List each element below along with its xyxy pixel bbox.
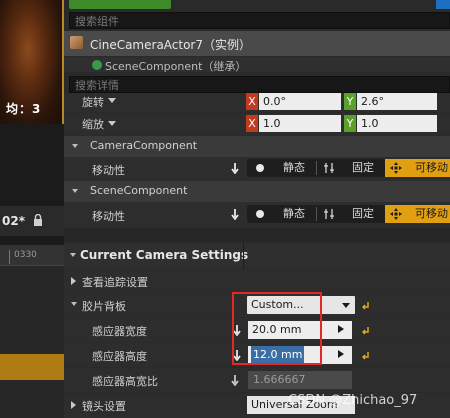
scale-x-axis: X <box>246 115 258 132</box>
actor-label: CineCameraActor7（实例） <box>90 38 252 52</box>
scene-stationary-option[interactable]: 固定 <box>352 205 374 223</box>
scale-label: 缩放 <box>82 118 104 131</box>
blueprint-button[interactable] <box>436 0 450 9</box>
timeline-track-section[interactable] <box>0 354 64 380</box>
scene-mobility-label: 移动性 <box>92 210 125 223</box>
sensor-height-label: 感应器高度 <box>92 350 147 363</box>
movable-icon <box>390 162 402 174</box>
highlight-box <box>232 292 322 365</box>
stationary-icon <box>324 209 334 219</box>
reset-arrow-icon[interactable] <box>360 300 370 310</box>
camera-stationary-option[interactable]: 固定 <box>352 159 374 177</box>
component-search-input[interactable]: 搜索组件 <box>69 12 450 29</box>
aspect-ratio-label: 感应器高宽比 <box>92 375 158 388</box>
stationary-icon <box>324 163 334 173</box>
lens-settings-label: 镜头设置 <box>82 400 126 413</box>
pointer-icon <box>231 163 239 174</box>
aspect-ratio-field: 1.666667 <box>248 371 352 389</box>
scale-y-axis: Y <box>344 115 356 132</box>
sensor-width-label: 感应器宽度 <box>92 325 147 338</box>
mobility-divider <box>316 161 317 175</box>
spacer <box>64 228 450 242</box>
scale-x-field[interactable]: 1.0 <box>259 115 341 132</box>
ruler-label: 0330 <box>14 250 37 260</box>
static-icon <box>256 164 264 172</box>
rotation-y-axis: Y <box>344 93 356 110</box>
camera-component-title: CameraComponent <box>90 139 198 152</box>
scene-movable-label: 可移动 <box>415 207 448 220</box>
mobility-divider <box>316 207 317 221</box>
actor-icon <box>70 36 83 49</box>
lookat-tracking-label: 查看追踪设置 <box>82 276 148 289</box>
scene-component-title: SceneComponent <box>90 184 188 197</box>
expand-arrow-icon[interactable] <box>72 144 78 148</box>
spin-icon[interactable] <box>338 325 344 333</box>
detail-search-input[interactable]: 搜索详情 <box>69 76 450 93</box>
scene-component-icon <box>92 60 102 70</box>
chevron-down-icon[interactable] <box>108 121 116 126</box>
scale-y-field[interactable]: 1.0 <box>357 115 437 132</box>
camera-settings-title: Current Camera Settings <box>80 248 249 262</box>
reset-arrow-icon[interactable] <box>360 325 370 335</box>
rotation-x-axis: X <box>246 93 258 110</box>
rotation-label: 旋转 <box>82 96 104 109</box>
scene-component-label: SceneComponent（继承） <box>105 60 247 72</box>
pointer-icon <box>231 375 239 386</box>
camera-movable-label: 可移动 <box>415 161 448 174</box>
reset-arrow-icon[interactable] <box>360 350 370 360</box>
sequencer-timeline[interactable] <box>0 245 64 418</box>
expand-arrow-icon[interactable] <box>71 302 77 306</box>
filmback-label: 胶片背板 <box>82 300 126 313</box>
rotation-x-field[interactable]: 0.0° <box>259 93 341 110</box>
pointer-icon <box>231 209 239 220</box>
static-icon <box>256 210 264 218</box>
dropdown-arrow-icon[interactable] <box>342 303 350 308</box>
collapsed-arrow-icon[interactable] <box>71 401 76 409</box>
movable-icon <box>390 208 402 220</box>
camera-mobility-label: 移动性 <box>92 164 125 177</box>
watermark: CSDN @Zhichao_97 <box>288 393 418 408</box>
viewport-count-text: 均：3 <box>6 102 42 116</box>
add-component-button[interactable] <box>69 0 171 9</box>
lock-icon[interactable] <box>33 214 43 226</box>
collapsed-arrow-icon[interactable] <box>71 277 76 285</box>
camera-static-option[interactable]: 静态 <box>283 159 305 177</box>
sequencer-time: 02* <box>2 214 25 228</box>
rotation-y-field[interactable]: 2.6° <box>357 93 437 110</box>
expand-arrow-icon[interactable] <box>70 253 76 257</box>
expand-arrow-icon[interactable] <box>72 189 78 193</box>
scene-static-option[interactable]: 静态 <box>283 205 305 223</box>
spin-icon[interactable] <box>338 350 344 358</box>
chevron-down-icon[interactable] <box>108 98 116 103</box>
ruler-tick <box>9 250 10 264</box>
